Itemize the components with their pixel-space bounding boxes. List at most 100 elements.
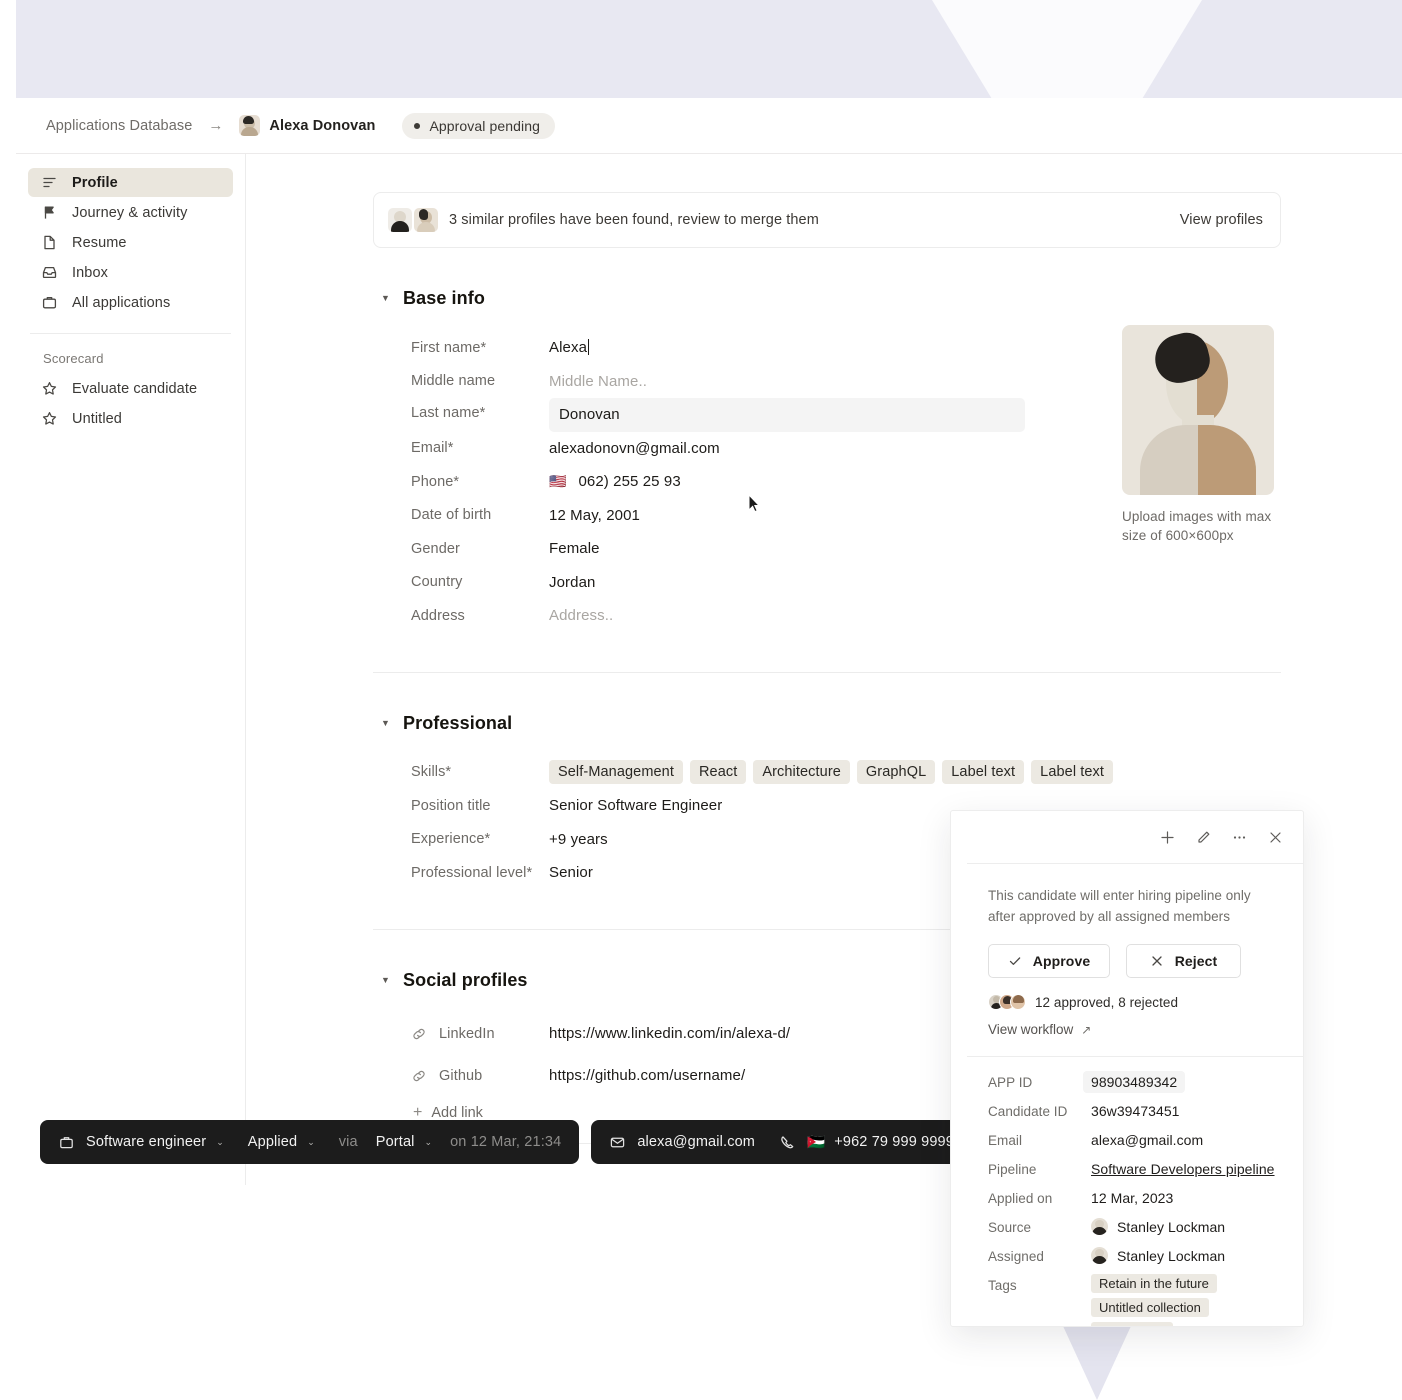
similar-profile-avatars — [388, 208, 438, 232]
field-skills[interactable]: Skills* Self-Management React Architectu… — [373, 756, 1281, 790]
chevron-down-icon[interactable]: ⌄ — [425, 1137, 433, 1148]
social-link-url[interactable]: https://github.com/username/ — [549, 1067, 745, 1084]
field-placeholder[interactable]: Middle Name.. — [549, 373, 647, 390]
sidebar-item-inbox[interactable]: Inbox — [28, 258, 233, 287]
chevron-down-icon[interactable]: ▼ — [381, 294, 403, 303]
view-profiles-link[interactable]: View profiles — [1180, 212, 1263, 228]
chevron-down-icon[interactable]: ▼ — [381, 975, 403, 985]
skill-tag[interactable]: GraphQL — [856, 760, 936, 785]
chevron-down-icon[interactable]: ⌄ — [307, 1137, 315, 1148]
field-value[interactable]: Alexa — [549, 339, 590, 356]
briefcase-icon — [58, 1134, 75, 1151]
field-country[interactable]: Country Jordan — [373, 566, 1281, 600]
link-icon — [411, 1068, 427, 1084]
approval-body: This candidate will enter hiring pipelin… — [951, 864, 1303, 1058]
reject-label: Reject — [1174, 953, 1218, 970]
view-workflow-link[interactable]: View workflow ↗ — [988, 1022, 1284, 1037]
social-link-url[interactable]: https://www.linkedin.com/in/alexa-d/ — [549, 1025, 790, 1042]
field-value[interactable]: Donovan — [549, 406, 620, 423]
sidebar-item-evaluate-candidate[interactable]: Evaluate candidate — [28, 374, 233, 403]
status-dot-icon — [414, 122, 421, 129]
close-icon[interactable] — [1267, 829, 1284, 846]
list-icon — [41, 174, 58, 191]
pencil-icon[interactable] — [1195, 829, 1212, 846]
section-header[interactable]: ▼ Base info — [373, 288, 1281, 309]
briefcase-icon — [41, 294, 58, 311]
sidebar-item-all-applications[interactable]: All applications — [28, 288, 233, 317]
more-icon[interactable] — [1231, 829, 1248, 846]
sidebar-item-label: Evaluate candidate — [72, 380, 198, 397]
field-value[interactable]: alexadonovn@gmail.com — [549, 440, 720, 457]
skill-tag[interactable]: Label text — [1031, 760, 1114, 785]
field-value[interactable]: 12 May, 2001 — [549, 507, 640, 524]
toolbar-stage[interactable]: Applied — [248, 1134, 297, 1150]
meta-row-tags: Tags Retain in the future Untitled colle… — [988, 1274, 1284, 1326]
meta-value[interactable]: alexa@gmail.com — [1091, 1129, 1203, 1148]
field-label: Gender — [411, 540, 460, 557]
field-address[interactable]: Address Address.. — [373, 599, 1281, 633]
profile-photo[interactable] — [1122, 325, 1274, 495]
meta-person[interactable]: Stanley Lockman — [1091, 1245, 1225, 1265]
chevron-down-icon[interactable]: ⌄ — [216, 1137, 224, 1148]
skill-tag[interactable]: Architecture — [753, 760, 850, 785]
status-badge[interactable]: Approval pending — [402, 112, 556, 139]
meta-key: Applied on — [988, 1191, 1053, 1207]
toolbar-source[interactable]: Portal — [376, 1134, 415, 1150]
breadcrumb-root[interactable]: Applications Database — [46, 118, 192, 134]
plus-icon[interactable] — [1159, 829, 1176, 846]
breadcrumb-person-name: Alexa Donovan — [269, 117, 376, 134]
meta-key: Email — [988, 1133, 1023, 1149]
avatar — [1091, 1218, 1108, 1236]
section-divider — [373, 671, 1281, 673]
tag[interactable]: Untitled collection — [1091, 1298, 1209, 1318]
approval-buttons: Approve Reject — [988, 944, 1284, 979]
meta-row: Applied on 12 Mar, 2023 — [988, 1187, 1284, 1216]
field-value[interactable]: +9 years — [549, 831, 608, 848]
status-badge-label: Approval pending — [429, 117, 541, 134]
field-placeholder[interactable]: Address.. — [549, 607, 613, 624]
field-value[interactable]: Senior — [549, 864, 593, 881]
meta-key: Pipeline — [988, 1162, 1037, 1178]
field-value[interactable]: Senior Software Engineer — [549, 797, 722, 814]
approval-stats-text: 12 approved, 8 rejected — [1035, 994, 1178, 1010]
breadcrumb-arrow-icon: → — [208, 117, 224, 134]
toolbar-email[interactable]: alexa@gmail.com — [637, 1134, 755, 1150]
meta-value[interactable]: 36w39473451 — [1091, 1100, 1180, 1119]
sidebar-item-resume[interactable]: Resume — [28, 228, 233, 257]
meta-row: Email alexa@gmail.com — [988, 1129, 1284, 1158]
section-title: Professional — [403, 712, 513, 733]
star-icon — [41, 380, 58, 397]
breadcrumb-person[interactable]: Alexa Donovan — [239, 115, 375, 136]
social-label-text: Github — [439, 1067, 483, 1084]
field-value[interactable]: 062) 255 25 93 — [578, 473, 680, 490]
top-bar: Applications Database → Alexa Donovan Ap… — [16, 98, 1402, 154]
reject-button[interactable]: Reject — [1126, 944, 1241, 979]
sidebar-item-label: Untitled — [72, 410, 122, 427]
approve-button[interactable]: Approve — [988, 944, 1110, 979]
tag[interactable]: Developers — [1091, 1322, 1173, 1326]
field-last-name-input[interactable]: Donovan — [549, 398, 1025, 432]
meta-value[interactable]: 98903489342 — [1083, 1071, 1186, 1094]
field-value[interactable]: Jordan — [549, 574, 595, 591]
toolbar-via-label: via — [338, 1134, 358, 1150]
sidebar-item-profile[interactable]: Profile — [28, 168, 233, 197]
meta-value[interactable]: 12 Mar, 2023 — [1091, 1187, 1173, 1206]
toolbar-phone[interactable]: +962 79 999 9999 — [834, 1134, 954, 1150]
photo-upload-caption: Upload images with max size of 600×600px — [1122, 509, 1272, 544]
section-header[interactable]: ▼ Professional — [373, 713, 1281, 734]
sidebar-item-journey[interactable]: Journey & activity — [28, 198, 233, 227]
sidebar-item-untitled[interactable]: Untitled — [28, 404, 233, 433]
meta-key: Assigned — [988, 1249, 1044, 1265]
tag[interactable]: Retain in the future — [1091, 1274, 1217, 1294]
meta-person[interactable]: Stanley Lockman — [1091, 1216, 1225, 1236]
meta-row: Candidate ID 36w39473451 — [988, 1100, 1284, 1129]
field-value[interactable]: Female — [549, 540, 600, 557]
pipeline-link[interactable]: Software Developers pipeline — [1091, 1158, 1275, 1177]
skill-tag[interactable]: Self-Management — [549, 760, 683, 785]
chevron-down-icon[interactable]: ▼ — [381, 718, 403, 728]
arrow-up-right-icon: ↗ — [1081, 1022, 1092, 1037]
skill-tag[interactable]: Label text — [942, 760, 1025, 785]
skill-tag[interactable]: React — [689, 760, 747, 785]
toolbar-role[interactable]: Software engineer — [86, 1134, 206, 1150]
skills-tag-list: Self-Management React Architecture Graph… — [549, 760, 1114, 785]
